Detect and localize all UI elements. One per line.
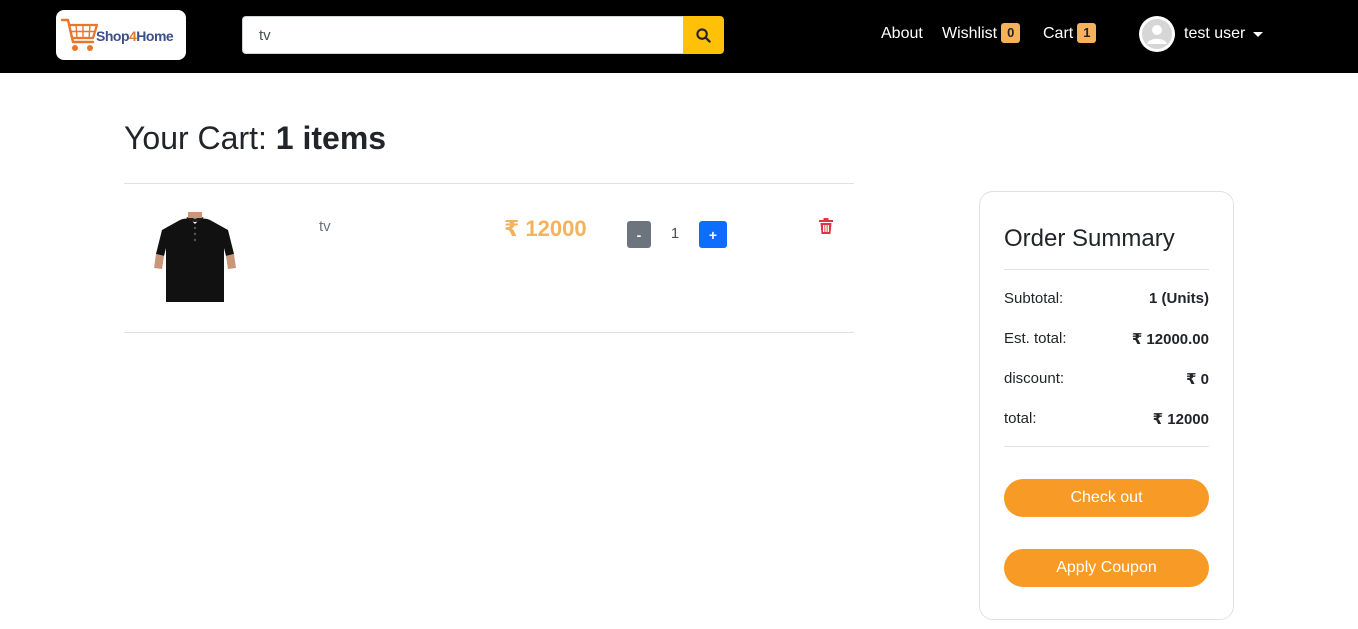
order-summary-title: Order Summary: [1004, 225, 1175, 252]
apply-coupon-button[interactable]: Apply Coupon: [1004, 549, 1209, 587]
summary-label: discount:: [1004, 370, 1065, 387]
brand-name: Shop4Home: [96, 28, 174, 44]
brand-logo[interactable]: Shop4Home: [56, 10, 186, 60]
trash-icon[interactable]: [819, 218, 833, 234]
divider: [1004, 446, 1209, 447]
summary-value: ₹ 0: [1186, 371, 1209, 388]
cart-count-badge: 1: [1077, 23, 1097, 43]
summary-label: Est. total:: [1004, 330, 1067, 347]
summary-row-total: total: ₹ 12000: [1004, 410, 1209, 428]
summary-row-est-total: Est. total: ₹ 12000.00: [1004, 330, 1209, 348]
summary-value: ₹ 12000: [1152, 411, 1209, 428]
decrease-quantity-button[interactable]: -: [627, 221, 651, 248]
summary-row-subtotal: Subtotal: 1 (Units): [1004, 290, 1209, 307]
brand-name-part: Shop: [96, 28, 130, 44]
shopping-cart-icon: [60, 18, 99, 51]
product-price: ₹ 12000: [504, 216, 587, 241]
cart-item-count: 1 items: [275, 120, 387, 156]
summary-label: Subtotal:: [1004, 290, 1064, 307]
search-bar: [242, 16, 724, 54]
search-icon: [696, 27, 711, 43]
user-avatar-icon: [1139, 16, 1175, 52]
brand-name-part: Home: [136, 28, 174, 44]
summary-value: 1 (Units): [1149, 290, 1209, 307]
search-input[interactable]: [242, 16, 683, 54]
divider: [124, 183, 854, 184]
checkout-button[interactable]: Check out: [1004, 479, 1209, 517]
product-image[interactable]: [150, 212, 240, 302]
nav-about-link[interactable]: About: [881, 23, 923, 45]
wishlist-label: Wishlist: [942, 25, 998, 42]
divider: [124, 332, 854, 333]
nav-wishlist-link[interactable]: Wishlist 0: [942, 23, 1021, 45]
summary-value: ₹ 12000.00: [1131, 331, 1209, 348]
wishlist-count-badge: 0: [1001, 23, 1021, 43]
product-name[interactable]: tv: [319, 218, 331, 235]
chevron-down-icon: [1253, 31, 1264, 37]
search-button[interactable]: [683, 16, 724, 54]
quantity-value: 1: [670, 225, 680, 242]
user-menu-dropdown[interactable]: test user: [1139, 16, 1264, 52]
page-title-prefix: Your Cart:: [124, 120, 267, 156]
user-name: test user: [1184, 25, 1246, 42]
divider: [1004, 269, 1209, 270]
order-summary-card: Order Summary Subtotal: 1 (Units) Est. t…: [979, 191, 1234, 620]
navbar: Shop4Home About Wishlist0 Cart1 test use…: [0, 0, 1358, 73]
nav-cart-link[interactable]: Cart 1: [1043, 23, 1097, 45]
summary-row-discount: discount: ₹ 0: [1004, 370, 1209, 388]
page-title: Your Cart: 1 items: [124, 120, 386, 157]
increase-quantity-button[interactable]: +: [699, 221, 727, 248]
cart-label: Cart: [1043, 25, 1074, 42]
summary-label: total:: [1004, 410, 1037, 427]
